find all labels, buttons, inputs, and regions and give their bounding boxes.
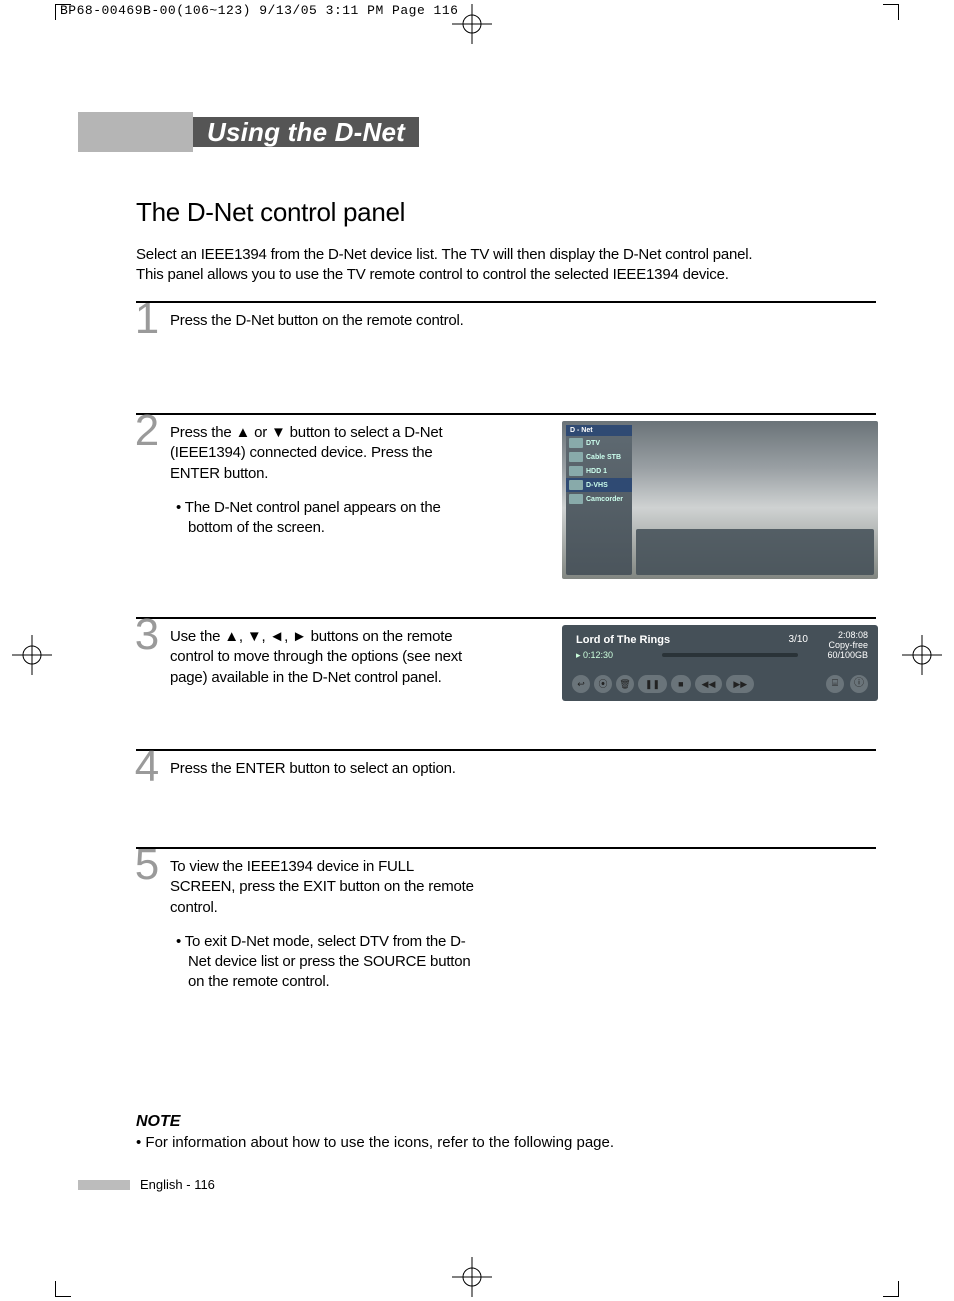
info-icon: ⓘ bbox=[850, 675, 868, 693]
step-3: 3 Use the ▲, ▼, ◄, ► buttons on the remo… bbox=[136, 617, 876, 749]
record-icon: ⦿ bbox=[594, 675, 612, 693]
intro-text: Select an IEEE1394 from the D-Net device… bbox=[136, 245, 836, 286]
screenshot-control-panel: Lord of The Rings 3/10 2:08:08Copy-free6… bbox=[562, 625, 878, 701]
registration-mark-right bbox=[902, 635, 942, 675]
step-text: To view the IEEE1394 device in FULL SCRE… bbox=[170, 857, 480, 918]
note-text: • For information about how to use the i… bbox=[136, 1132, 876, 1153]
delete-icon: 🗑 bbox=[616, 675, 634, 693]
step-2: 2 Press the ▲ or ▼ button to select a D-… bbox=[136, 413, 876, 617]
forward-icon: ▶▶ bbox=[726, 675, 754, 693]
step-number: 3 bbox=[130, 613, 164, 657]
section-heading: The D-Net control panel bbox=[136, 198, 876, 227]
page-footer: English - 116 bbox=[78, 1178, 215, 1191]
step-text: Press the D-Net button on the remote con… bbox=[170, 311, 480, 331]
step-number: 4 bbox=[130, 745, 164, 789]
rewind-icon: ◀◀ bbox=[695, 675, 723, 693]
step-number: 5 bbox=[130, 843, 164, 887]
chapter-title: Using the D-Net bbox=[193, 117, 419, 147]
step-subtext: • To exit D-Net mode, select DTV from th… bbox=[170, 932, 480, 993]
step-number: 2 bbox=[130, 409, 164, 453]
note-block: NOTE • For information about how to use … bbox=[136, 1114, 876, 1153]
chapter-title-bar: Using the D-Net bbox=[78, 112, 876, 152]
step-5: 5 To view the IEEE1394 device in FULL SC… bbox=[136, 847, 876, 1027]
back-icon: ↩ bbox=[572, 675, 590, 693]
print-header: BP68-00469B-00(106~123) 9/13/05 3:11 PM … bbox=[60, 4, 458, 17]
step-4: 4 Press the ENTER button to select an op… bbox=[136, 749, 876, 847]
device-icon: ⌸ bbox=[826, 675, 844, 693]
note-label: NOTE bbox=[136, 1114, 876, 1130]
screenshot-dnet-list: D - Net DTV Cable STB HDD 1 D-VHS Camcor… bbox=[562, 421, 878, 579]
registration-mark-top bbox=[452, 4, 492, 44]
step-text: Press the ENTER button to select an opti… bbox=[170, 759, 480, 779]
step-1: 1 Press the D-Net button on the remote c… bbox=[136, 301, 876, 413]
step-text: Press the ▲ or ▼ button to select a D-Ne… bbox=[170, 423, 480, 484]
step-text: Use the ▲, ▼, ◄, ► buttons on the remote… bbox=[170, 627, 480, 688]
registration-mark-bottom bbox=[452, 1257, 492, 1297]
stop-icon: ■ bbox=[671, 675, 690, 693]
registration-mark-left bbox=[12, 635, 52, 675]
step-subtext: • The D-Net control panel appears on the… bbox=[170, 498, 480, 539]
step-number: 1 bbox=[130, 297, 164, 341]
pause-icon: ❚❚ bbox=[638, 675, 667, 693]
